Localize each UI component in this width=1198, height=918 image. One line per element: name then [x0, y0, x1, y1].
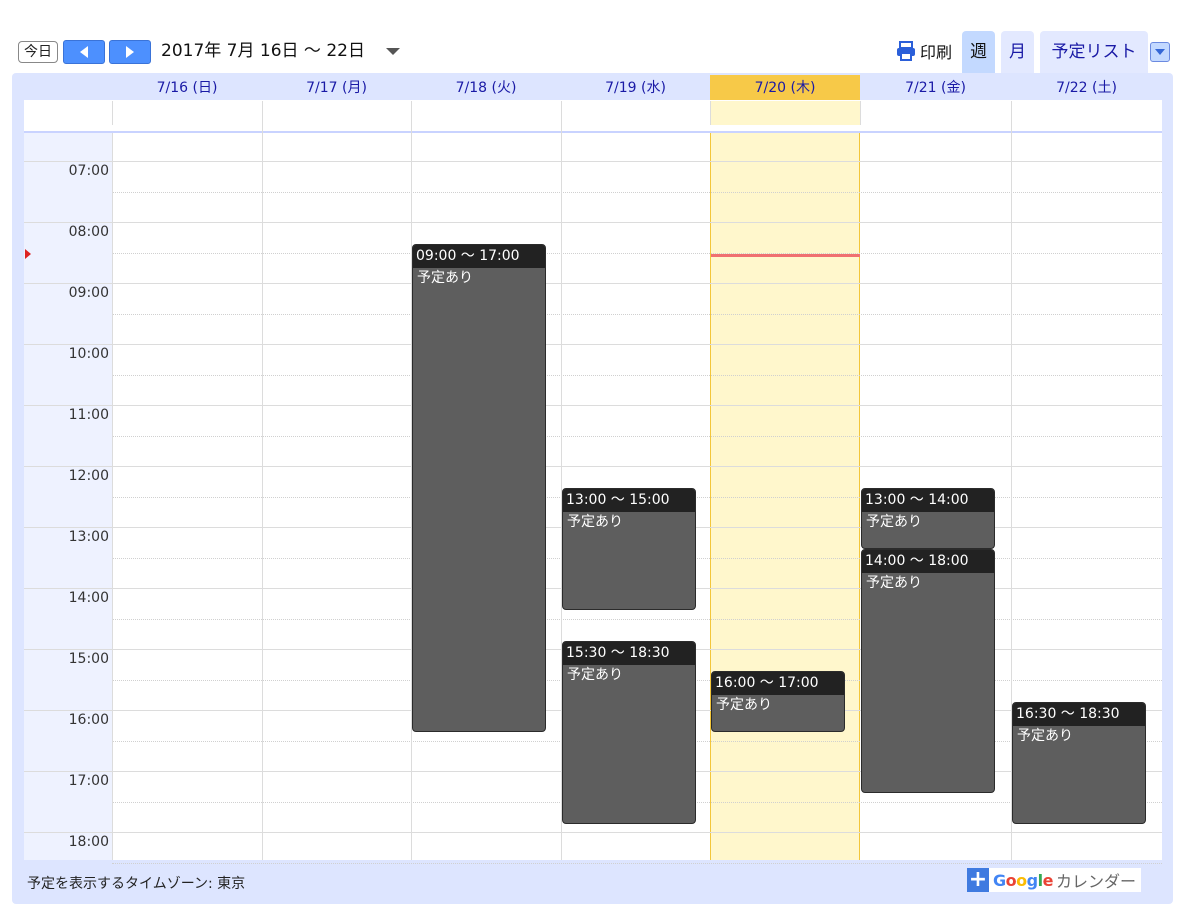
time-label: 08:00 — [68, 224, 109, 240]
logo-letter: g — [1026, 870, 1038, 890]
all-day-cell[interactable] — [561, 101, 710, 125]
hour-line — [24, 283, 1162, 284]
time-label: 15:00 — [68, 651, 109, 667]
date-range-title: 2017年 7月 16日 〜 22日 — [161, 41, 365, 61]
event-title: 予定あり — [567, 666, 623, 683]
day-header[interactable]: 7/18 (火) — [411, 75, 561, 101]
time-label: 16:00 — [68, 712, 109, 728]
all-day-cell[interactable] — [860, 101, 1011, 125]
all-day-row[interactable] — [112, 101, 1162, 125]
hour-line — [24, 832, 1162, 833]
view-dropdown-button[interactable] — [1150, 42, 1170, 62]
event-time: 13:00 〜 14:00 — [862, 489, 994, 512]
event-time: 14:00 〜 18:00 — [862, 550, 994, 573]
current-time-marker-icon — [25, 249, 31, 259]
event-title: 予定あり — [866, 575, 922, 591]
plus-icon: + — [967, 867, 989, 892]
calendar-event[interactable]: 13:00 〜 15:00 予定あり — [562, 488, 696, 610]
logo-letter: o — [1016, 870, 1027, 890]
hour-line — [24, 405, 1162, 406]
calendar-event[interactable]: 14:00 〜 18:00 予定あり — [861, 549, 995, 793]
print-button[interactable]: 印刷 — [895, 38, 952, 64]
time-label: 12:00 — [68, 468, 109, 484]
half-hour-line — [112, 192, 1162, 193]
logo-letter: G — [993, 870, 1006, 890]
column-line — [262, 101, 263, 860]
half-hour-line — [112, 863, 1162, 864]
time-label: 09:00 — [68, 285, 109, 301]
event-time: 09:00 〜 17:00 — [413, 245, 545, 268]
hour-line — [24, 161, 1162, 162]
tab-week[interactable]: 週 — [962, 31, 995, 73]
day-header[interactable]: 7/20 (木) — [710, 75, 860, 101]
event-time: 13:00 〜 15:00 — [563, 489, 695, 512]
logo-letter: o — [1005, 870, 1017, 890]
day-header[interactable]: 7/22 (土) — [1011, 75, 1162, 101]
all-day-cell[interactable] — [710, 101, 860, 125]
today-button[interactable]: 今日 — [18, 41, 58, 63]
half-hour-line — [112, 253, 1162, 254]
all-day-cell[interactable] — [411, 101, 561, 125]
previous-week-button[interactable] — [63, 40, 105, 64]
printer-icon — [897, 41, 915, 61]
day-header[interactable]: 7/21 (金) — [860, 75, 1011, 101]
add-to-google-calendar-button[interactable]: + Google カレンダー — [967, 868, 1141, 892]
half-hour-line — [112, 314, 1162, 315]
time-label: 13:00 — [68, 529, 109, 545]
caret-down-icon[interactable] — [386, 48, 400, 55]
tab-month[interactable]: 月 — [1001, 31, 1034, 73]
timezone-note: 予定を表示するタイムゾーン: 東京 — [27, 876, 246, 892]
time-label: 07:00 — [68, 163, 109, 179]
day-header[interactable]: 7/19 (水) — [561, 75, 710, 101]
calendar-event[interactable]: 15:30 〜 18:30 予定あり — [562, 640, 696, 824]
calendar-event[interactable]: 13:00 〜 14:00 予定あり — [861, 488, 995, 549]
event-title: 予定あり — [1017, 727, 1073, 744]
toolbar: 今日 2017年 7月 16日 〜 22日 印刷 週 月 予定リスト — [0, 0, 1198, 74]
all-day-cell[interactable] — [262, 101, 411, 125]
all-day-divider — [24, 131, 1162, 133]
event-time: 16:30 〜 18:30 — [1013, 702, 1145, 726]
all-day-cell[interactable] — [1011, 101, 1162, 125]
tab-agenda[interactable]: 予定リスト — [1040, 31, 1148, 73]
half-hour-line — [112, 375, 1162, 376]
time-gutter — [24, 133, 112, 860]
time-label: 14:00 — [68, 590, 109, 606]
print-label: 印刷 — [920, 43, 953, 62]
calendar-event[interactable]: 09:00 〜 17:00 予定あり — [412, 244, 546, 732]
column-line — [112, 133, 113, 860]
chevron-left-icon — [80, 46, 88, 58]
event-title: 予定あり — [417, 270, 473, 286]
calendar-event[interactable]: 16:00 〜 17:00 予定あり — [711, 671, 845, 732]
hour-line — [24, 222, 1162, 223]
current-time-line — [711, 254, 860, 257]
event-title: 予定あり — [866, 514, 922, 530]
event-title: 予定あり — [567, 514, 623, 530]
chevron-right-icon — [126, 46, 134, 58]
event-title: 予定あり — [716, 697, 772, 713]
all-day-cell[interactable] — [112, 101, 262, 125]
time-label: 18:00 — [68, 834, 109, 850]
time-label: 17:00 — [68, 773, 109, 789]
google-logo: Google — [993, 871, 1053, 890]
hour-line — [24, 344, 1162, 345]
hour-line — [24, 466, 1162, 467]
event-time: 16:00 〜 17:00 — [712, 672, 844, 695]
calendar-label: カレンダー — [1055, 872, 1136, 891]
event-time: 15:30 〜 18:30 — [563, 641, 695, 665]
next-week-button[interactable] — [109, 40, 151, 64]
calendar-event[interactable]: 16:30 〜 18:30 予定あり — [1012, 701, 1146, 824]
half-hour-line — [112, 619, 1162, 620]
half-hour-line — [112, 436, 1162, 437]
time-label: 11:00 — [68, 407, 109, 423]
day-header[interactable]: 7/16 (日) — [112, 75, 262, 101]
logo-letter: e — [1042, 870, 1054, 890]
time-label: 10:00 — [68, 346, 109, 362]
day-header[interactable]: 7/17 (月) — [262, 75, 411, 101]
